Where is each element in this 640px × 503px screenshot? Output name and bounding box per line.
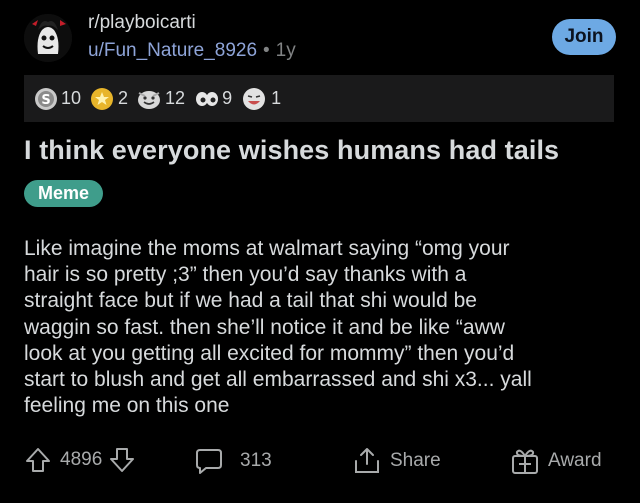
post-body: Like imagine the moms at walmart saying … [24,237,532,418]
award-count: 1 [271,88,282,108]
post-flair[interactable]: Meme [24,180,104,207]
post-age: 1y [275,40,296,61]
meta-separator: • [263,40,270,61]
upvote-icon[interactable] [24,446,52,474]
share-label: Share [390,450,441,471]
award-label: Award [548,450,602,471]
award-item: 2 [89,87,128,111]
join-button[interactable]: Join [552,19,616,55]
award-item: 1 [240,86,281,112]
eyes-award-icon [196,91,219,106]
author-name[interactable]: u/Fun_Nature_8926 [88,40,257,61]
share-icon [355,448,379,473]
award-count: 12 [165,88,186,108]
avatar-image [24,14,72,62]
gift-icon [512,449,538,474]
award-count: 10 [61,88,82,108]
award-button[interactable]: Award [510,446,602,476]
comment-icon [196,449,222,474]
award-item: S 10 [34,87,81,111]
award-count: 9 [222,88,233,108]
gold-award-icon [91,87,114,110]
svg-text:S: S [41,93,50,108]
post-action-bar: 4896 313 Share Award [0,440,640,484]
downvote-icon[interactable] [108,446,136,474]
share-button[interactable]: Share [352,446,441,476]
silver-award-icon: S [35,87,57,110]
award-item: 12 [136,87,185,111]
vote-group: 4896 [24,446,136,474]
wholesome-award-icon [138,90,161,109]
comment-count: 313 [240,450,272,471]
post-meta: u/Fun_Nature_8926 • 1y [88,40,296,62]
subreddit-name[interactable]: r/playboicarti [88,12,196,34]
award-count: 2 [118,88,129,108]
vote-score: 4896 [60,449,103,470]
award-item: 9 [193,87,232,111]
subreddit-avatar[interactable] [24,14,72,62]
comments-button[interactable]: 313 [194,446,272,476]
post-title[interactable]: I think everyone wishes humans had tails [24,135,559,166]
awards-bar[interactable]: S 10 2 12 9 1 [24,75,614,122]
laughing-award-icon [243,87,266,110]
